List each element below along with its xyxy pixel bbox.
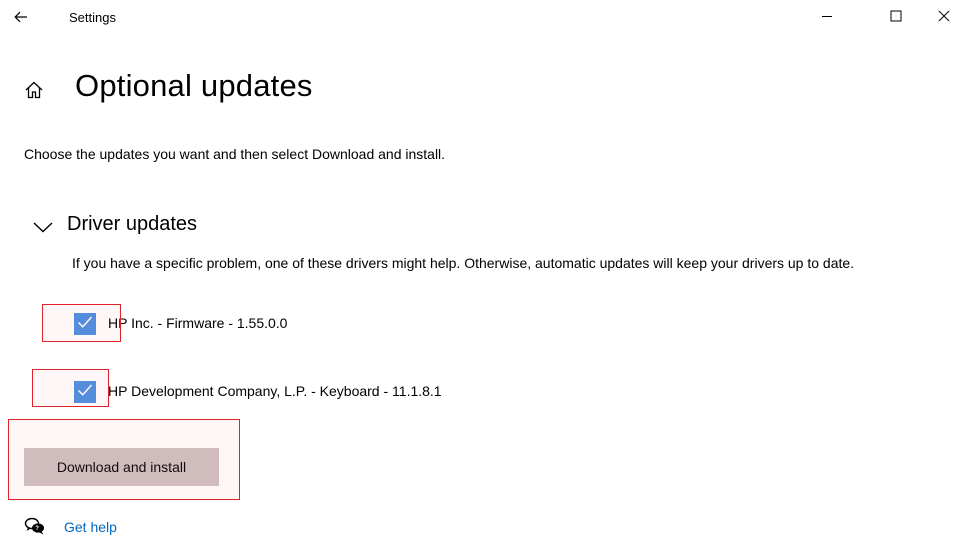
close-button[interactable]: [921, 0, 967, 36]
driver-updates-description: If you have a specific problem, one of t…: [72, 255, 855, 271]
driver-updates-heading[interactable]: Driver updates: [67, 213, 197, 236]
driver-label-keyboard[interactable]: HP Development Company, L.P. - Keyboard …: [108, 383, 442, 399]
page-intro-text: Choose the updates you want and then sel…: [24, 146, 446, 162]
close-icon: [938, 9, 950, 27]
back-arrow-icon: [14, 10, 28, 28]
maximize-button[interactable]: [873, 0, 919, 36]
driver-label-firmware[interactable]: HP Inc. - Firmware - 1.55.0.0: [108, 315, 287, 331]
highlight-box-keyboard-checkbox: [32, 369, 109, 407]
highlight-box-firmware-checkbox: [42, 304, 121, 342]
get-help-icon[interactable]: ?: [24, 516, 46, 536]
svg-text:?: ?: [35, 526, 39, 532]
home-icon[interactable]: [24, 80, 44, 100]
minimize-icon: [821, 9, 833, 27]
minimize-button[interactable]: [804, 0, 850, 36]
highlight-box-download-button: [8, 419, 240, 500]
maximize-icon: [890, 9, 902, 27]
chevron-down-icon[interactable]: [32, 219, 54, 235]
back-button[interactable]: [6, 4, 36, 34]
get-help-link[interactable]: Get help: [64, 519, 117, 535]
window-title: Settings: [69, 10, 116, 25]
page-title: Optional updates: [75, 68, 313, 103]
